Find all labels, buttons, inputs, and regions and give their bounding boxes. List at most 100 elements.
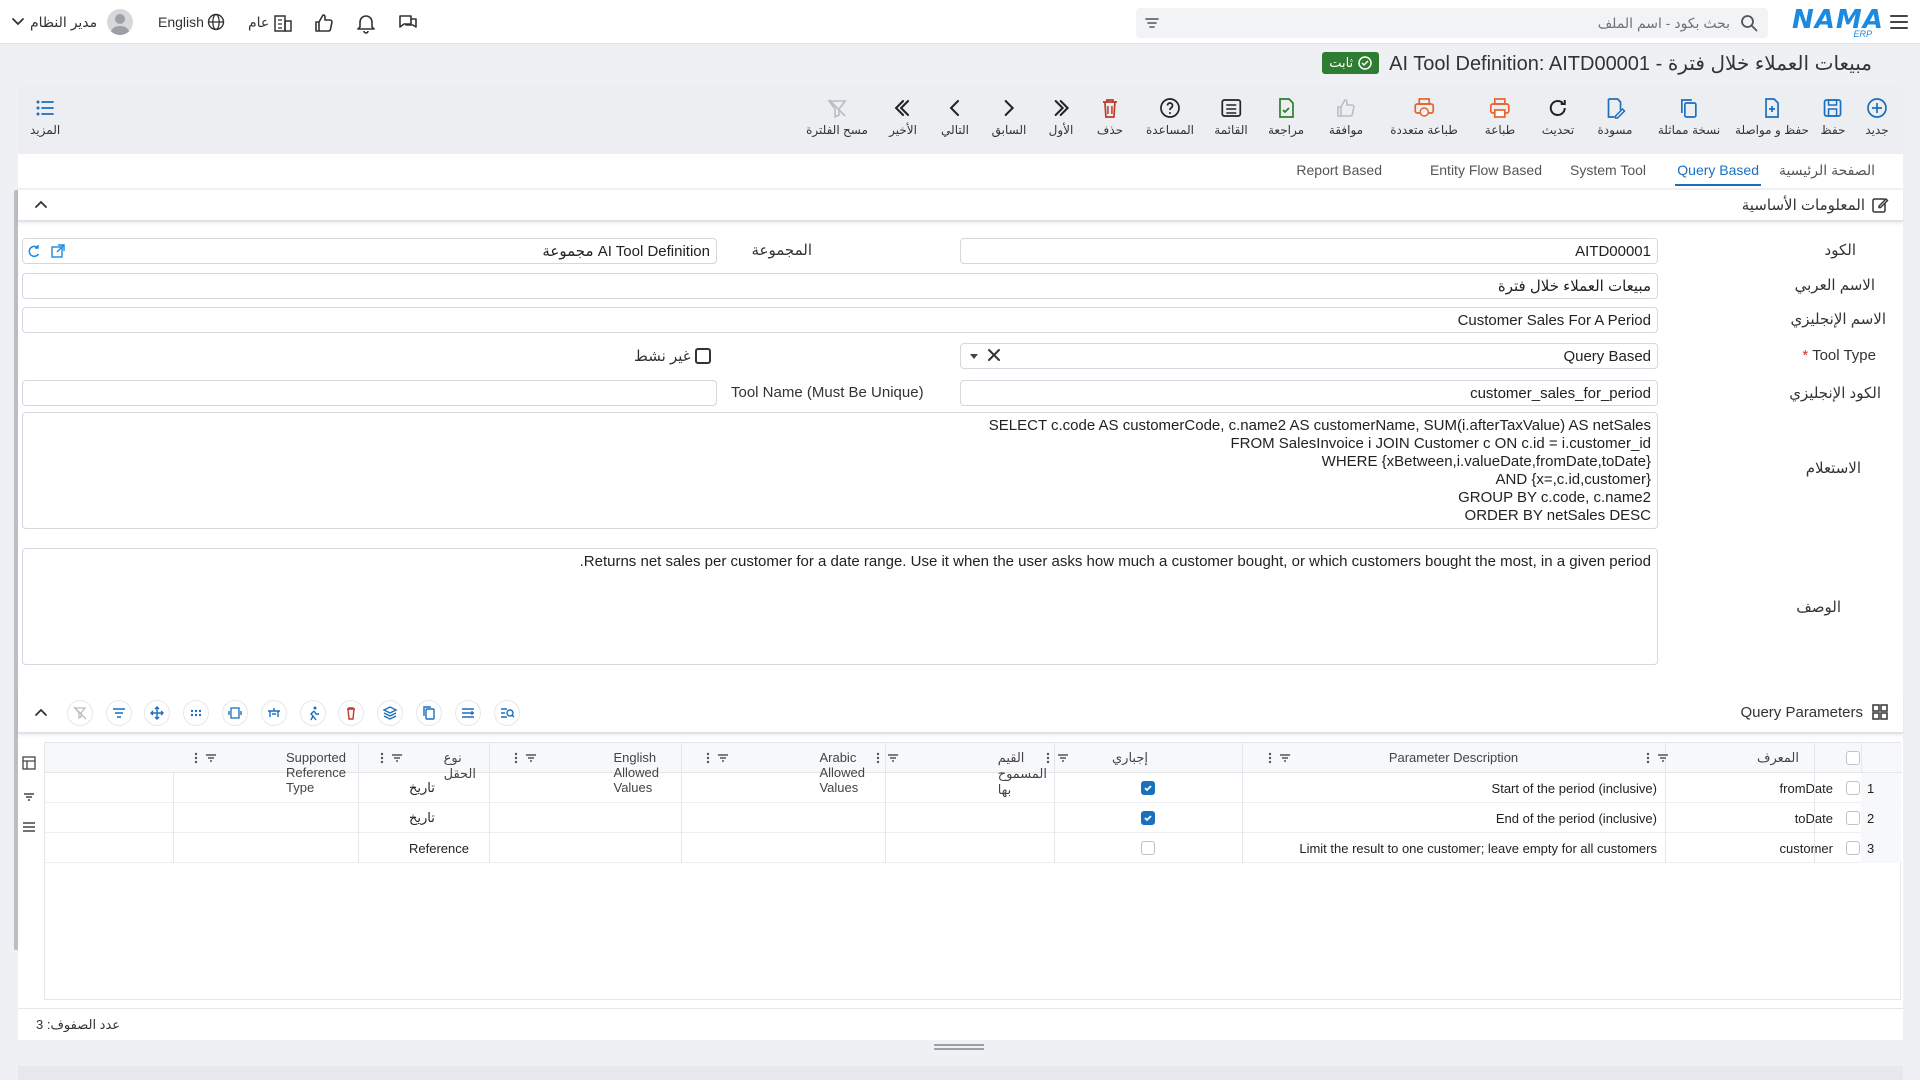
- refresh-link-icon[interactable]: [26, 243, 42, 259]
- column-filter-icon[interactable]: [1057, 752, 1069, 764]
- row-select-checkbox[interactable]: [1846, 841, 1860, 855]
- print-button[interactable]: طباعة: [1485, 96, 1515, 137]
- column-menu-icon[interactable]: [193, 752, 199, 764]
- scope-label[interactable]: عام: [248, 14, 269, 31]
- approve-button[interactable]: موافقة: [1329, 96, 1363, 137]
- cell-required[interactable]: [1141, 833, 1155, 863]
- tab-entity-flow-based[interactable]: Entity Flow Based: [1430, 162, 1542, 178]
- search-input[interactable]: بحث بكود - اسم الملف: [1598, 15, 1730, 32]
- column-filter-icon[interactable]: [1657, 752, 1669, 764]
- dropdown-caret-icon[interactable]: [968, 350, 980, 362]
- language-switch[interactable]: English: [158, 14, 204, 30]
- tab-system-tool[interactable]: System Tool: [1570, 162, 1646, 178]
- resize-handle[interactable]: [934, 1044, 984, 1050]
- required-checkbox[interactable]: [1141, 811, 1155, 825]
- multi-print-button[interactable]: طباعة متعددة: [1390, 96, 1458, 137]
- col-header-description[interactable]: Parameter Description: [1242, 743, 1665, 773]
- row-select-checkbox[interactable]: [1846, 811, 1860, 825]
- table-settings-icon[interactable]: [22, 756, 36, 770]
- table-row[interactable]: 3 customer Limit the result to one custo…: [45, 833, 1902, 863]
- clear-icon[interactable]: [987, 348, 1001, 362]
- column-filter-icon[interactable]: [717, 752, 729, 764]
- cell-id[interactable]: customer: [1780, 833, 1833, 863]
- section-header[interactable]: المعلومات الأساسية: [18, 190, 1903, 222]
- code-field[interactable]: AITD00001: [960, 238, 1658, 264]
- filter-icon[interactable]: [22, 790, 36, 804]
- column-menu-icon[interactable]: [705, 752, 711, 764]
- cell-field-type[interactable]: Reference: [409, 833, 469, 863]
- arabic-name-field[interactable]: مبيعات العملاء خلال فترة: [22, 273, 1658, 299]
- table-row[interactable]: 1 fromDate Start of the period (inclusiv…: [45, 773, 1902, 803]
- tab-report-based[interactable]: Report Based: [1296, 162, 1382, 178]
- next-button[interactable]: التالي: [941, 96, 969, 137]
- user-name[interactable]: مدير النظام: [30, 14, 97, 31]
- column-filter-icon[interactable]: [887, 752, 899, 764]
- delete-row-icon[interactable]: [338, 700, 364, 726]
- more-button[interactable]: المزيد: [30, 96, 60, 137]
- list-button[interactable]: القائمة: [1214, 96, 1248, 137]
- chevron-up-icon[interactable]: [34, 706, 48, 720]
- save-button[interactable]: حفظ: [1821, 96, 1845, 137]
- copy-icon[interactable]: [416, 700, 442, 726]
- filter-icon[interactable]: [1144, 15, 1160, 31]
- avatar[interactable]: [107, 9, 133, 35]
- review-button[interactable]: مراجعة: [1268, 96, 1304, 137]
- help-button[interactable]: المساعدة: [1146, 96, 1194, 137]
- nama-erp-logo[interactable]: NAMA ERP: [1792, 6, 1883, 39]
- cell-required[interactable]: [1141, 773, 1155, 803]
- group-field[interactable]: مجموعة AI Tool Definition: [22, 238, 717, 264]
- open-link-icon[interactable]: [50, 243, 66, 259]
- column-filter-icon[interactable]: [525, 752, 537, 764]
- column-menu-icon[interactable]: [1645, 752, 1651, 764]
- delete-button[interactable]: حذف: [1097, 96, 1123, 137]
- clear-filter-icon[interactable]: [67, 700, 93, 726]
- layers-icon[interactable]: [377, 700, 403, 726]
- tool-type-select[interactable]: Query Based: [960, 343, 1658, 369]
- english-code-field[interactable]: customer_sales_for_period: [960, 380, 1658, 406]
- fit-columns-icon[interactable]: [222, 700, 248, 726]
- chevron-down-icon[interactable]: [10, 13, 26, 29]
- column-filter-icon[interactable]: [391, 752, 403, 764]
- globe-icon[interactable]: [206, 12, 230, 36]
- first-button[interactable]: الأول: [1049, 96, 1073, 137]
- required-checkbox[interactable]: [1141, 781, 1155, 795]
- search-columns-icon[interactable]: [494, 700, 520, 726]
- cell-field-type[interactable]: تاريخ: [409, 803, 435, 833]
- tool-name-field[interactable]: [22, 380, 717, 406]
- save-continue-button[interactable]: حفظ و مواصلة: [1735, 96, 1809, 137]
- row-select-checkbox[interactable]: [1846, 781, 1860, 795]
- query-textarea[interactable]: SELECT c.code AS customerCode, c.name2 A…: [22, 412, 1658, 529]
- clear-filter-button[interactable]: مسح الفلترة: [806, 96, 868, 137]
- refresh-button[interactable]: تحديث: [1542, 96, 1574, 137]
- english-name-field[interactable]: Customer Sales For A Period: [22, 307, 1658, 333]
- cell-id[interactable]: fromDate: [1780, 773, 1833, 803]
- thumb-up-icon[interactable]: [312, 11, 336, 35]
- column-menu-icon[interactable]: [1267, 752, 1273, 764]
- cell-required[interactable]: [1141, 803, 1155, 833]
- last-button[interactable]: الأخير: [889, 96, 917, 137]
- cell-description[interactable]: Start of the period (inclusive): [1492, 773, 1657, 803]
- cell-description[interactable]: Limit the result to one customer; leave …: [1299, 833, 1657, 863]
- column-menu-icon[interactable]: [513, 752, 519, 764]
- column-filter-icon[interactable]: [205, 752, 217, 764]
- description-textarea[interactable]: Returns net sales per customer for a dat…: [22, 548, 1658, 665]
- move-icon[interactable]: [144, 700, 170, 726]
- columns-icon[interactable]: [22, 820, 36, 834]
- column-menu-icon[interactable]: [875, 752, 881, 764]
- drag-grid-icon[interactable]: [183, 700, 209, 726]
- tab-query-based[interactable]: Query Based: [1675, 162, 1761, 186]
- tab-home[interactable]: الصفحة الرئيسية: [1779, 162, 1875, 179]
- run-icon[interactable]: [300, 700, 326, 726]
- table-row[interactable]: 2 toDate End of the period (inclusive) ت…: [45, 803, 1902, 833]
- column-filter-icon[interactable]: [1279, 752, 1291, 764]
- table-icon[interactable]: [261, 700, 287, 726]
- column-menu-icon[interactable]: [379, 752, 385, 764]
- bell-icon[interactable]: [354, 11, 378, 35]
- previous-button[interactable]: السابق: [992, 96, 1026, 137]
- chat-icon[interactable]: [396, 11, 420, 35]
- select-all-checkbox[interactable]: [1846, 751, 1860, 765]
- filter-icon[interactable]: [106, 700, 132, 726]
- chevron-up-icon[interactable]: [34, 198, 48, 212]
- search-box[interactable]: بحث بكود - اسم الملف: [1136, 8, 1768, 38]
- new-button[interactable]: جديد: [1865, 96, 1889, 137]
